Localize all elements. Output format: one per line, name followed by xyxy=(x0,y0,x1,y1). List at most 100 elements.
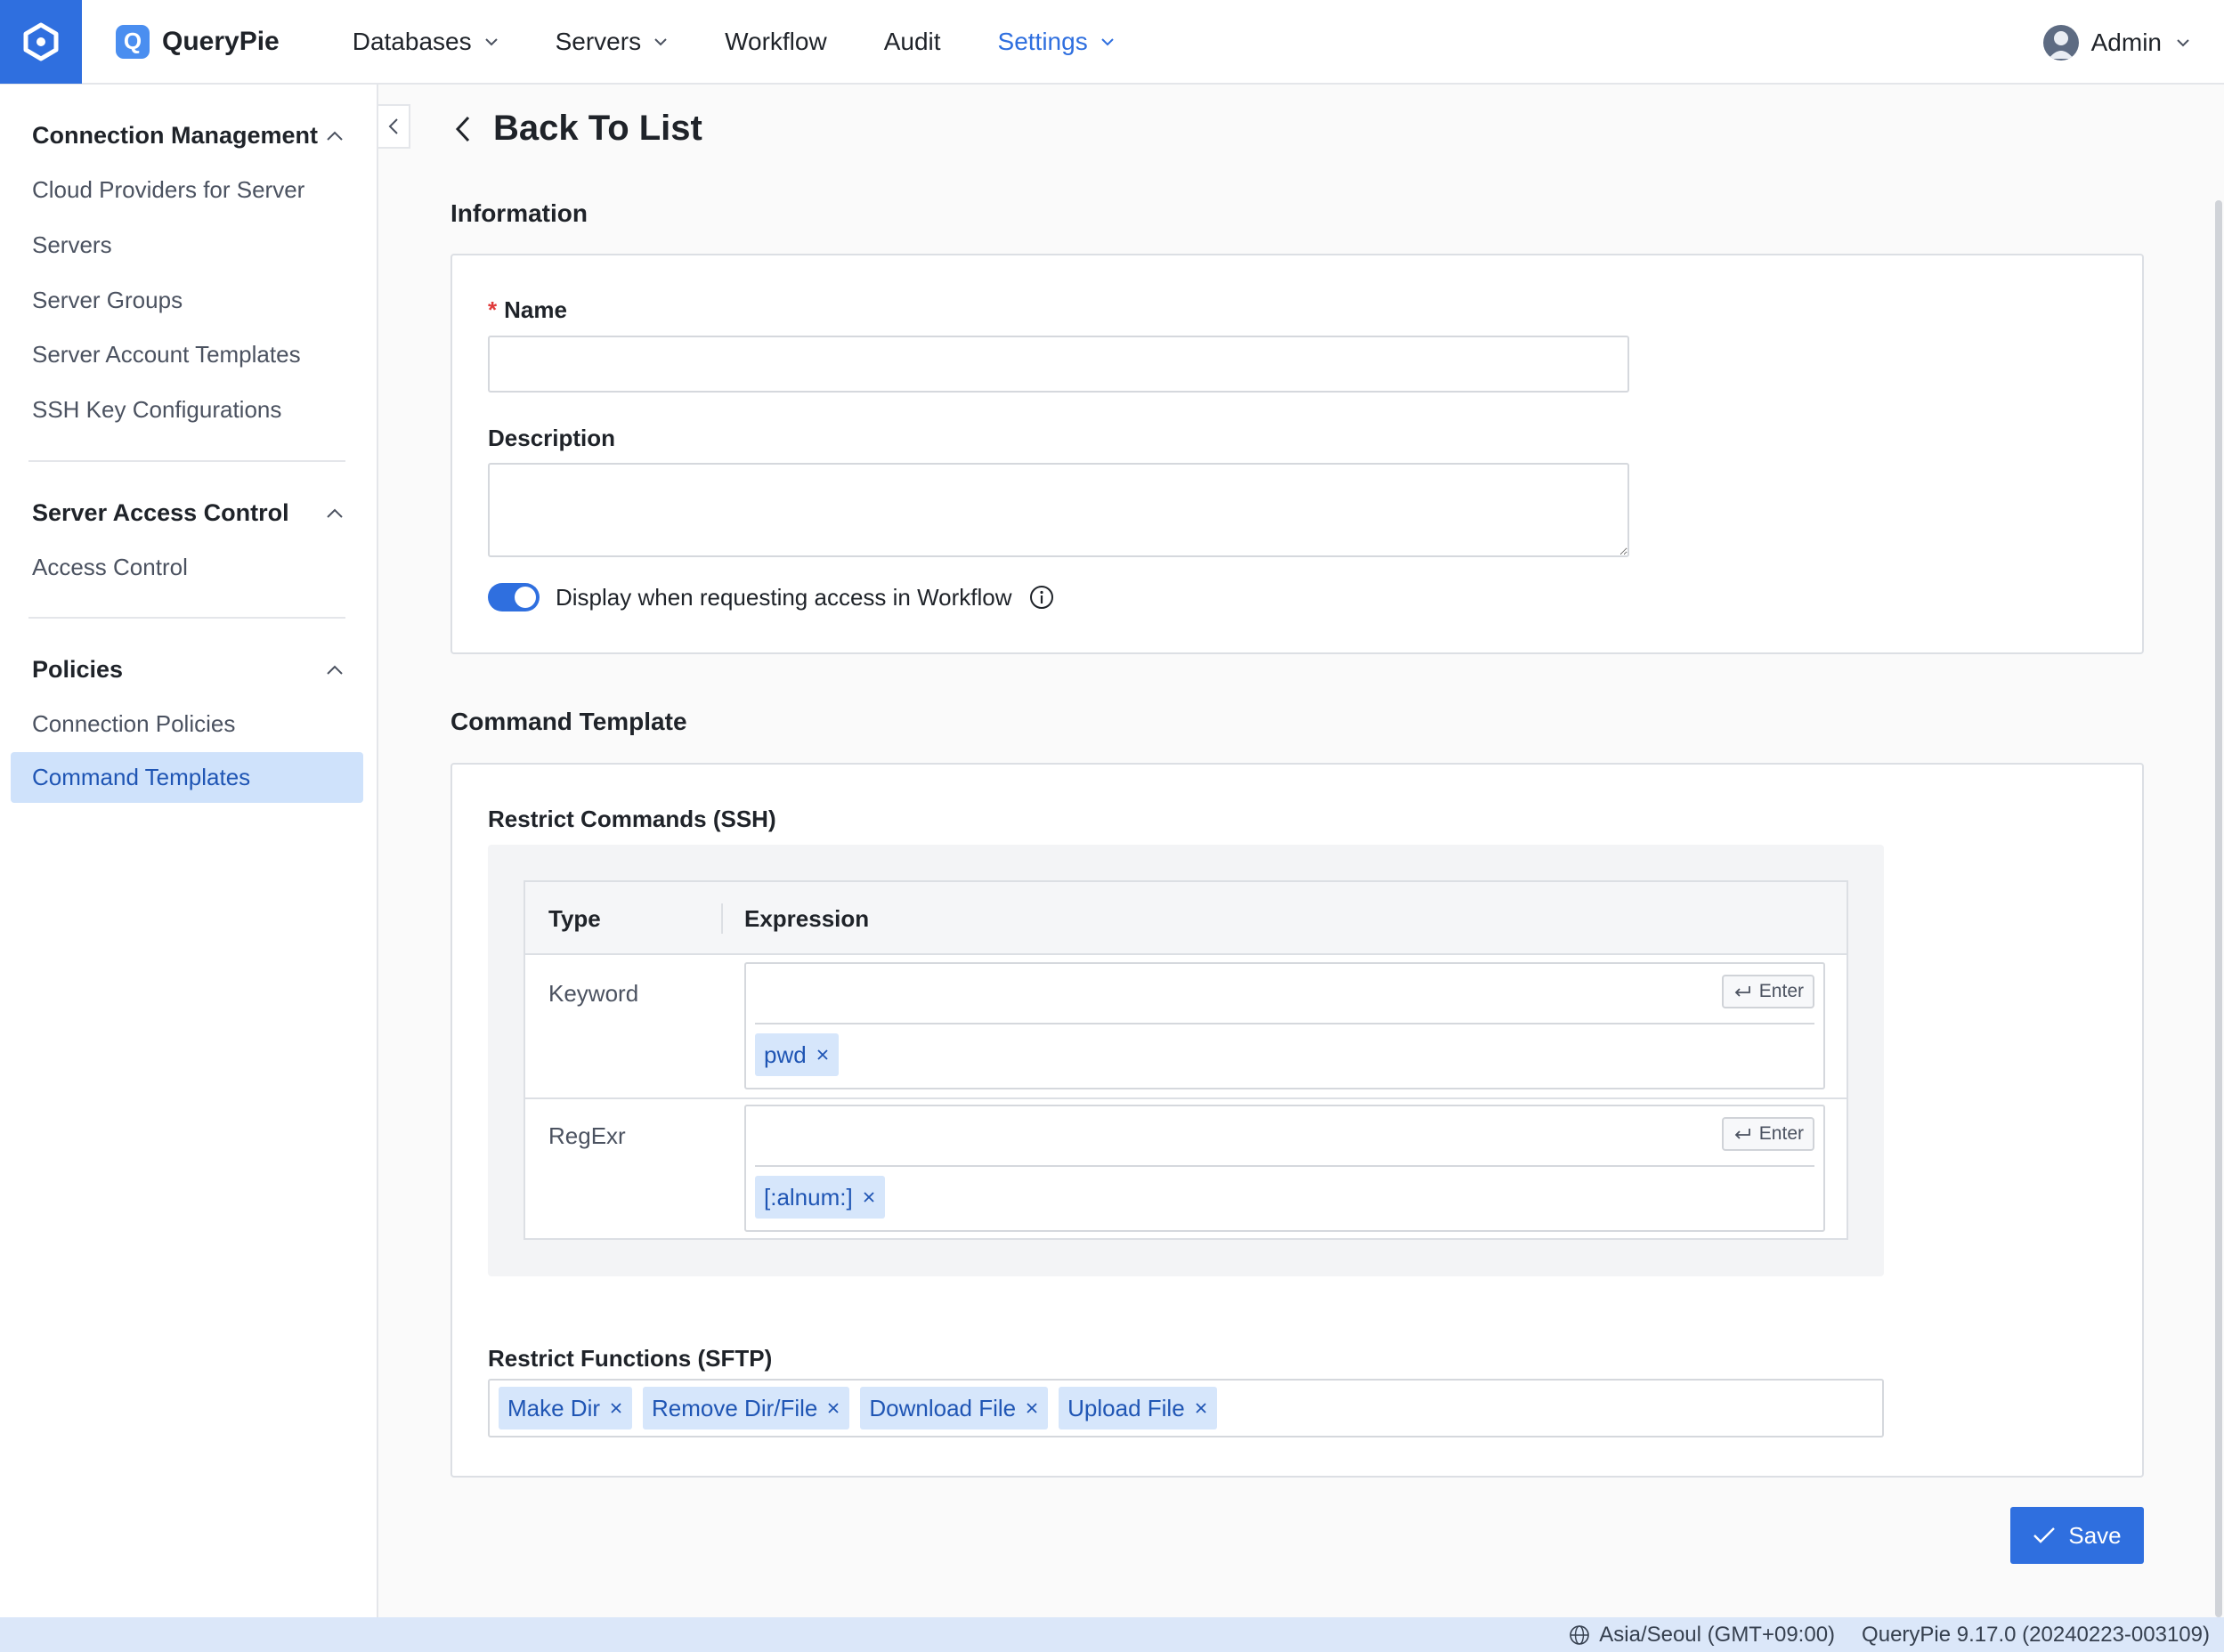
restrict-commands-label: Restrict Commands (SSH) xyxy=(488,806,776,832)
enter-label: Enter xyxy=(1758,981,1804,1001)
name-label: * Name xyxy=(488,296,567,324)
restrict-commands-panel: Type Expression Keyword Enter pwd RegExr… xyxy=(488,845,1884,1276)
regexr-expression-box: Enter [:alnum:] xyxy=(744,1105,1825,1232)
tag-chip: Make Dir xyxy=(499,1387,633,1429)
name-label-text: Name xyxy=(504,296,567,323)
description-textarea[interactable] xyxy=(488,463,1629,557)
brand-name: QueryPie xyxy=(162,26,280,56)
sidebar-item-connection-policies[interactable]: Connection Policies xyxy=(32,710,235,738)
querypie-logo-icon xyxy=(23,22,59,61)
sidebar-item-cloud-providers[interactable]: Cloud Providers for Server xyxy=(32,176,304,204)
chevron-up-icon xyxy=(327,665,343,675)
description-label: Description xyxy=(488,425,616,451)
information-title: Information xyxy=(450,199,588,227)
sidebar-section-connection-management[interactable]: Connection Management xyxy=(32,122,344,150)
sidebar-item-access-control[interactable]: Access Control xyxy=(32,554,188,581)
keyword-expression-input[interactable] xyxy=(755,968,1734,1021)
sidebar-section-policies[interactable]: Policies xyxy=(32,656,344,684)
tag-label: Remove Dir/File xyxy=(652,1394,818,1421)
nav-audit-label: Audit xyxy=(883,27,941,55)
nav-servers[interactable]: Servers xyxy=(556,28,668,56)
expression-divider xyxy=(755,1023,1814,1024)
close-icon[interactable] xyxy=(609,1401,623,1415)
workflow-display-toggle-row: Display when requesting access in Workfl… xyxy=(488,583,1055,611)
close-icon[interactable] xyxy=(862,1190,876,1204)
nav-workflow[interactable]: Workflow xyxy=(725,28,827,56)
command-template-title: Command Template xyxy=(450,708,687,735)
tag-label: Download File xyxy=(869,1394,1017,1421)
tag-label: [:alnum:] xyxy=(764,1183,853,1211)
tag-chip: Upload File xyxy=(1059,1387,1217,1429)
app-logo[interactable] xyxy=(0,0,82,84)
chevron-up-icon xyxy=(327,508,343,518)
chevron-left-icon xyxy=(388,118,398,134)
sidebar-section-server-access-control[interactable]: Server Access Control xyxy=(32,499,344,527)
sidebar-item-servers[interactable]: Servers xyxy=(32,231,112,259)
row-type-regexr: RegExr xyxy=(548,1122,626,1149)
user-name: Admin xyxy=(2090,28,2162,56)
timezone-indicator[interactable]: Asia/Seoul (GMT+09:00) xyxy=(1569,1623,1835,1648)
enter-key-icon xyxy=(1733,984,1752,999)
sidebar-section-title: Policies xyxy=(32,656,124,683)
brand[interactable]: Q QueryPie xyxy=(116,24,280,59)
timezone-label: Asia/Seoul (GMT+09:00) xyxy=(1599,1622,1836,1647)
back-to-list-link[interactable]: Back To List xyxy=(454,109,702,149)
tag-chip: Remove Dir/File xyxy=(643,1387,850,1429)
table-header-row: Type Expression xyxy=(525,882,1847,955)
nav-settings[interactable]: Settings xyxy=(998,28,1115,56)
tag-chip: pwd xyxy=(755,1033,839,1076)
tag-chip: [:alnum:] xyxy=(755,1176,885,1219)
chevron-down-icon xyxy=(2176,38,2190,47)
user-menu[interactable]: Admin xyxy=(2042,0,2190,85)
information-card: * Name Description Display when requestin… xyxy=(450,254,2144,654)
sidebar-item-server-account-templates[interactable]: Server Account Templates xyxy=(32,341,301,368)
chevron-down-icon xyxy=(484,37,499,46)
back-to-list-label: Back To List xyxy=(493,109,702,148)
column-header-expression: Expression xyxy=(744,905,870,932)
vertical-scrollbar[interactable] xyxy=(2215,200,2222,1617)
brand-q-icon: Q xyxy=(116,24,150,59)
row-separator xyxy=(525,1097,1847,1099)
workflow-display-toggle[interactable] xyxy=(488,583,540,611)
sidebar-collapse-button[interactable] xyxy=(378,104,410,149)
nav-servers-label: Servers xyxy=(555,27,642,55)
sidebar-divider xyxy=(28,617,345,619)
sidebar-divider xyxy=(28,460,345,462)
regexr-tag-list: [:alnum:] xyxy=(755,1176,885,1219)
nav-settings-label: Settings xyxy=(997,27,1088,55)
chevron-left-icon xyxy=(454,115,472,143)
close-icon[interactable] xyxy=(1194,1401,1208,1415)
name-input[interactable] xyxy=(488,336,1629,393)
sidebar-item-command-templates[interactable]: Command Templates xyxy=(11,752,363,803)
tag-label: Upload File xyxy=(1067,1394,1185,1421)
column-header-type: Type xyxy=(548,905,601,932)
command-template-card: Restrict Commands (SSH) Type Expression … xyxy=(450,763,2144,1478)
nav-audit[interactable]: Audit xyxy=(884,28,941,56)
required-asterisk: * xyxy=(488,296,498,323)
nav-databases[interactable]: Databases xyxy=(353,28,499,56)
workflow-display-toggle-label: Display when requesting access in Workfl… xyxy=(556,583,1012,611)
sidebar-item-ssh-key-configurations[interactable]: SSH Key Configurations xyxy=(32,396,281,424)
globe-icon xyxy=(1569,1624,1590,1646)
row-type-keyword: Keyword xyxy=(548,980,639,1007)
save-button[interactable]: Save xyxy=(2010,1507,2144,1564)
sidebar-item-server-groups[interactable]: Server Groups xyxy=(32,287,183,314)
regexr-enter-button[interactable]: Enter xyxy=(1721,1117,1814,1151)
check-icon xyxy=(2033,1526,2056,1544)
chevron-down-icon xyxy=(1100,37,1115,46)
version-label: QueryPie 9.17.0 (20240223-003109) xyxy=(1862,1622,2210,1647)
expression-divider xyxy=(755,1165,1814,1167)
close-icon[interactable] xyxy=(816,1048,830,1062)
sidebar: Connection Management Cloud Providers fo… xyxy=(0,85,378,1617)
info-icon[interactable] xyxy=(1028,584,1055,611)
main-nav: Databases Servers Workflow Audit Setting… xyxy=(353,28,1172,56)
close-icon[interactable] xyxy=(826,1401,840,1415)
regexr-expression-input[interactable] xyxy=(755,1110,1734,1163)
tag-label: Make Dir xyxy=(507,1394,601,1421)
keyword-enter-button[interactable]: Enter xyxy=(1721,975,1814,1008)
tag-label: pwd xyxy=(764,1041,807,1068)
enter-label: Enter xyxy=(1758,1123,1804,1144)
close-icon[interactable] xyxy=(1025,1401,1039,1415)
sidebar-section-title: Connection Management xyxy=(32,122,319,149)
restrict-functions-select[interactable]: Make Dir Remove Dir/File Download File U… xyxy=(488,1379,1884,1437)
